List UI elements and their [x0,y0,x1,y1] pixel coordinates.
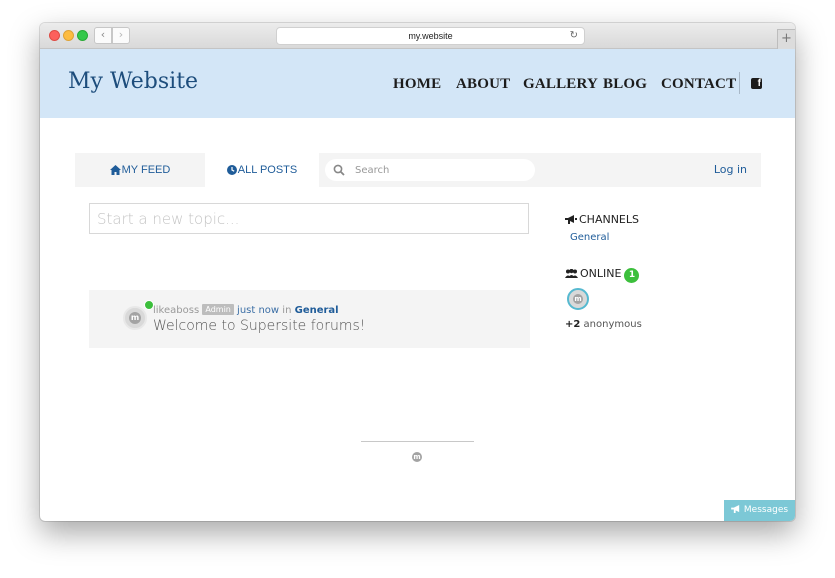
anonymous-count: +2 [565,319,581,330]
home-icon [109,165,121,175]
footer-divider [361,441,474,442]
search-box[interactable] [325,159,535,181]
new-topic-input[interactable] [89,203,529,234]
anonymous-label: anonymous [583,319,642,330]
site-title[interactable]: My Website [68,69,198,94]
minimize-window-button[interactable] [63,30,74,41]
clock-icon [226,165,237,175]
megaphone-icon [565,215,577,224]
footer-logo-icon[interactable]: m [412,452,422,462]
nav-about[interactable]: ABOUT [456,76,510,93]
megaphone-icon [731,505,740,513]
online-user-avatar[interactable]: m [567,288,589,310]
admin-badge: Admin [202,304,234,315]
back-button[interactable]: ‹ [94,27,112,44]
tab-my-feed-label: MY FEED [121,164,171,176]
nav-home[interactable]: HOME [393,76,441,93]
maximize-window-button[interactable] [77,30,88,41]
online-heading: ONLINE 1 [565,267,640,283]
login-link[interactable]: Log in [714,153,747,187]
facebook-icon[interactable]: f [751,78,762,89]
online-heading-label: ONLINE [580,267,622,280]
forward-button[interactable]: › [112,27,130,44]
browser-window: ‹ › my.website ↻ + My Website HOME ABOUT… [40,23,795,521]
nav-blog[interactable]: BLOG [603,76,647,93]
browser-titlebar: ‹ › my.website ↻ + [40,23,795,49]
tab-my-feed[interactable]: MY FEED [75,153,205,187]
search-input[interactable] [353,161,527,180]
messages-button[interactable]: Messages [724,500,795,521]
messages-label: Messages [743,505,789,515]
topic-channel-link[interactable]: General [295,305,339,316]
topic-list-item[interactable]: m likeaboss Admin just now in General We… [89,290,530,348]
tab-all-posts-label: ALL POSTS [237,164,298,176]
online-avatar-logo-icon: m [573,294,583,304]
topic-in-label: in [282,305,292,316]
reload-icon[interactable]: ↻ [570,28,578,44]
forum-toolbar: MY FEED ALL POSTS Log in [75,153,761,187]
site-header: My Website HOME ABOUT GALLERY BLOG CONTA… [40,49,795,118]
anonymous-users: +2 anonymous [565,319,642,330]
topic-time[interactable]: just now [237,305,279,316]
nav-gallery[interactable]: GALLERY [523,76,598,93]
topic-meta: likeaboss Admin just now in General [153,304,339,316]
topic-author[interactable]: likeaboss [153,305,199,316]
online-count-badge: 1 [624,268,640,283]
users-icon [565,268,578,278]
nav-contact[interactable]: CONTACT [661,76,736,93]
topic-title[interactable]: Welcome to Supersite forums! [153,318,365,334]
search-icon [333,164,345,176]
nav-divider [739,72,740,94]
address-bar-url: my.website [408,31,453,41]
address-bar[interactable]: my.website ↻ [276,27,585,45]
author-avatar[interactable]: m [123,306,147,330]
new-tab-button[interactable]: + [777,29,795,49]
tab-all-posts[interactable]: ALL POSTS [205,153,319,187]
channels-heading: CHANNELS [565,213,639,226]
channels-heading-label: CHANNELS [579,213,639,226]
avatar-logo-icon: m [129,312,141,324]
channel-link-general[interactable]: General [570,232,609,243]
close-window-button[interactable] [49,30,60,41]
